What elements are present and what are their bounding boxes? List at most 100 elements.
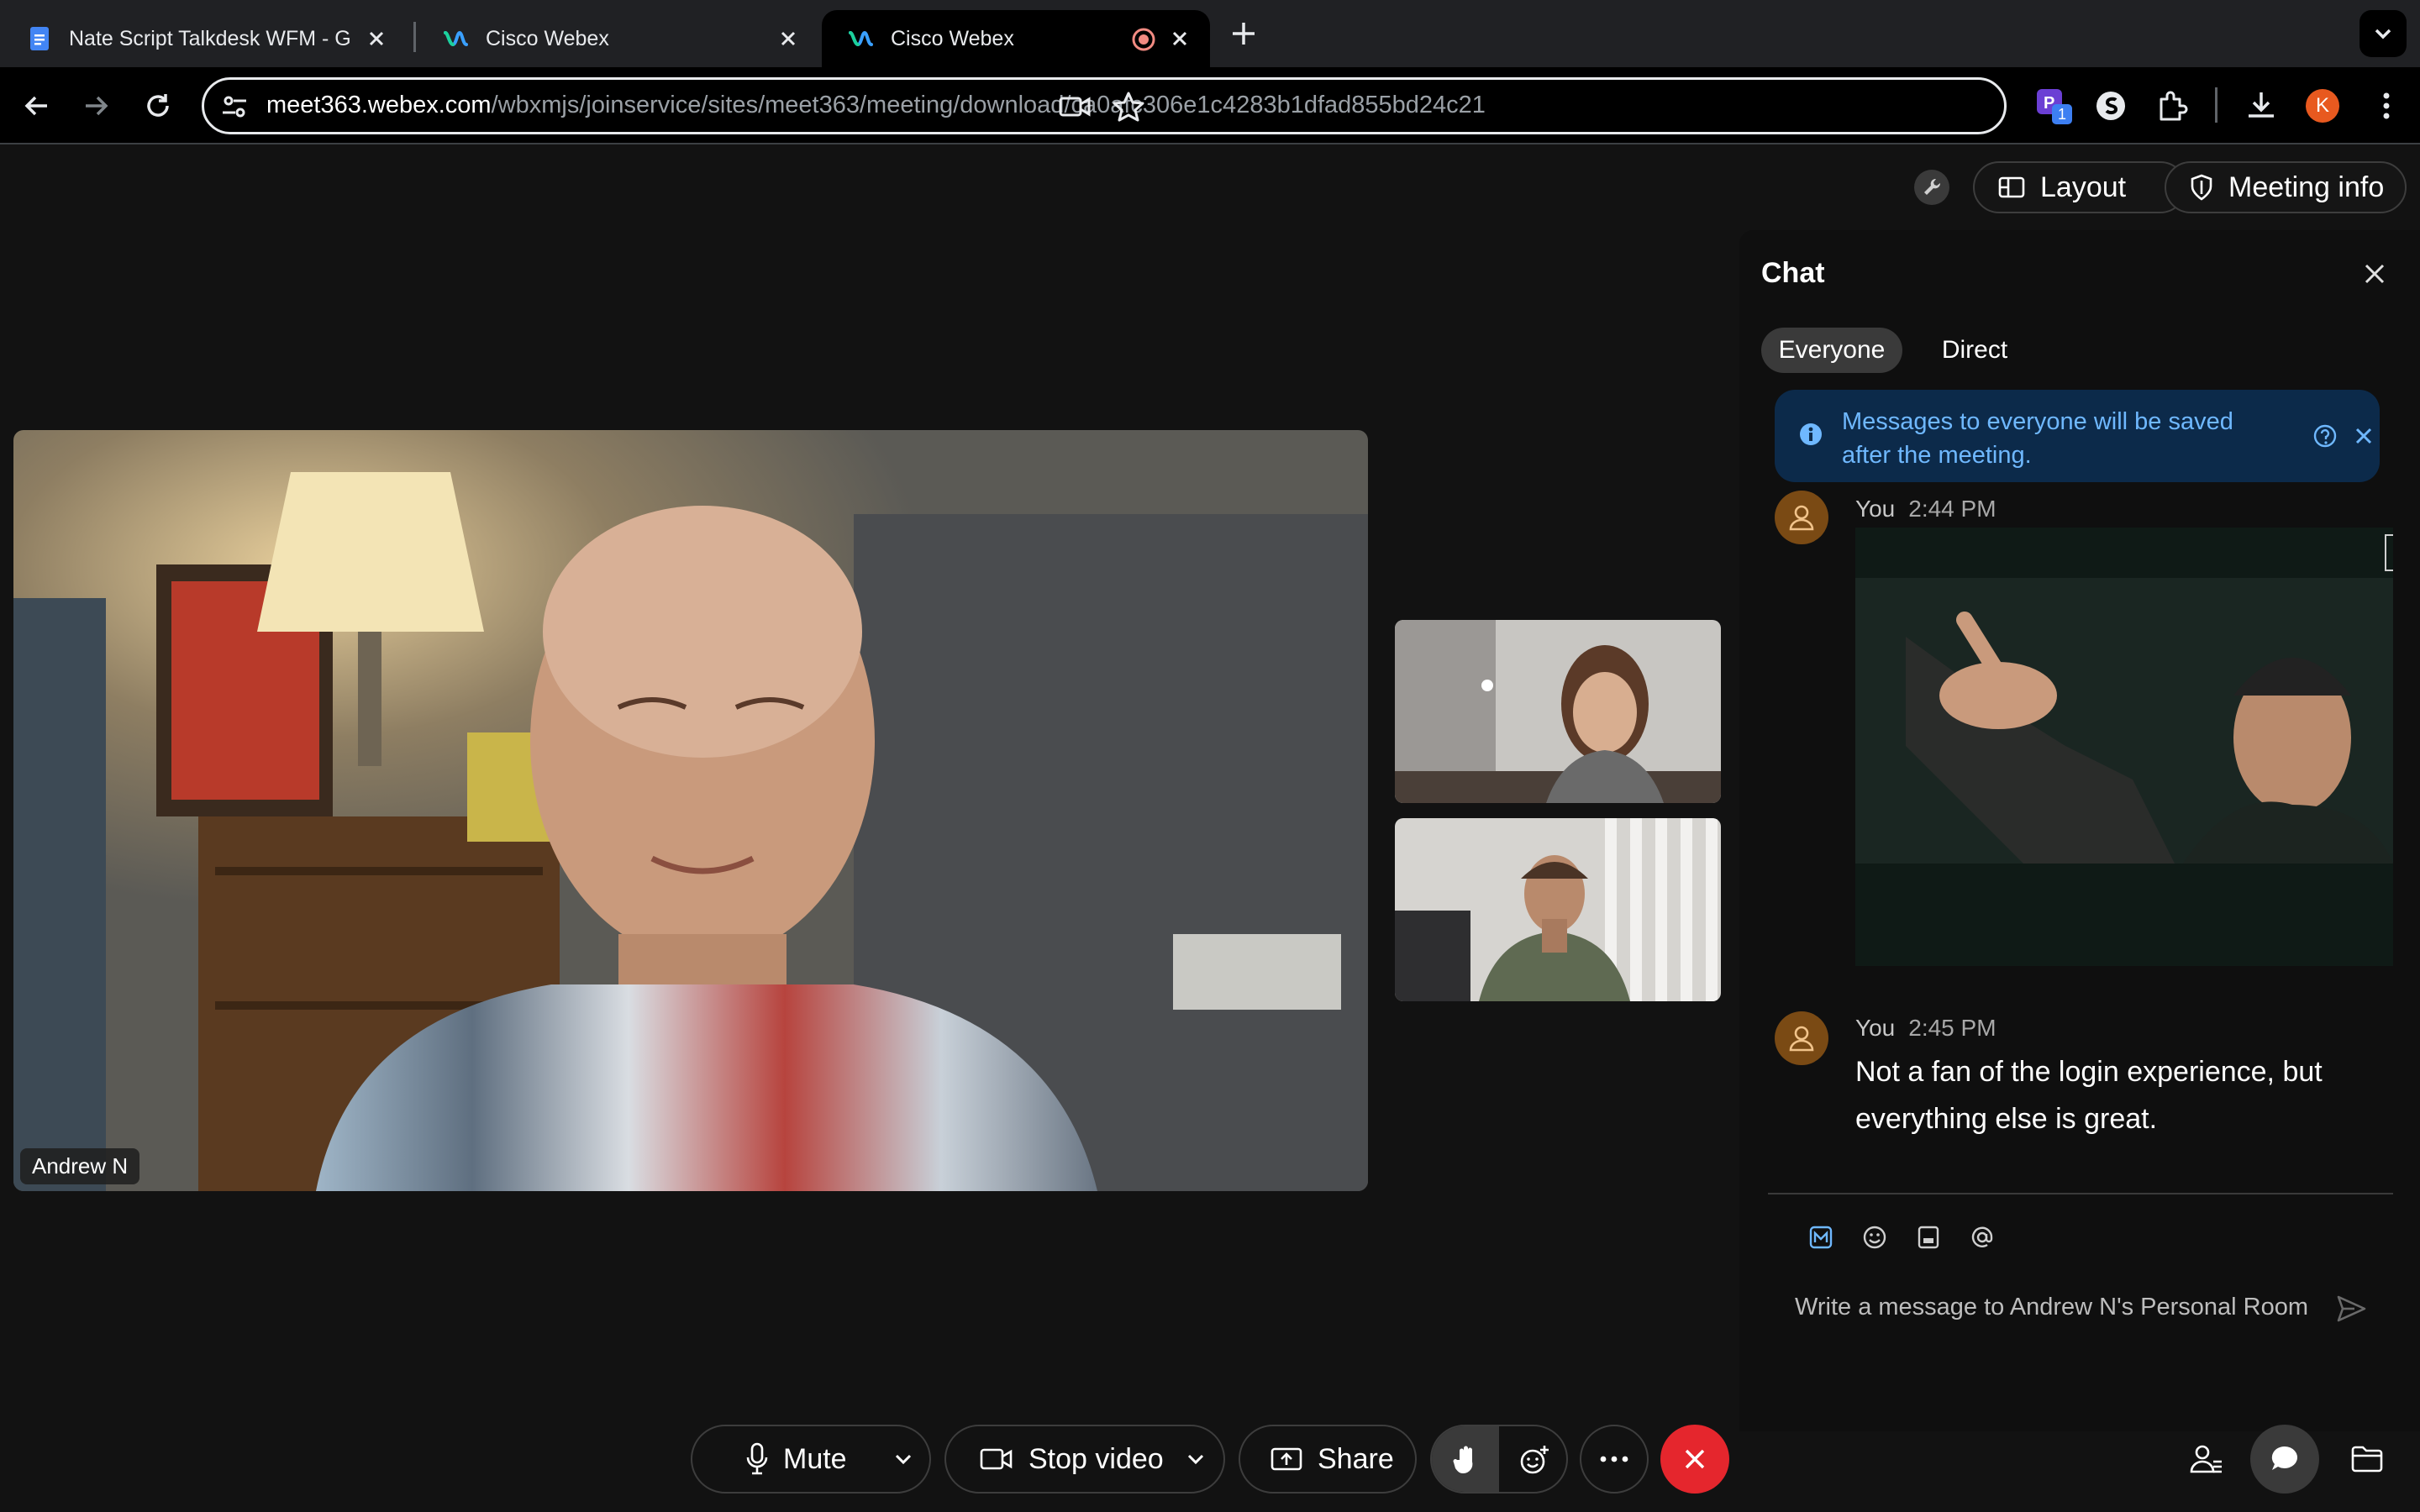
shield-icon (2191, 174, 2212, 201)
message-sender: You (1855, 496, 1896, 522)
avatar (1775, 1011, 1828, 1065)
extension-badge: 1 (2052, 104, 2072, 124)
more-horizontal-icon (1600, 1456, 1628, 1462)
reactions-group (1430, 1425, 1568, 1494)
url-host: meet363.webex.com (266, 92, 492, 118)
extension-s-icon[interactable] (2094, 89, 2128, 123)
emoji-add-icon (1520, 1446, 1549, 1474)
mute-button[interactable]: Mute (691, 1425, 931, 1494)
tab-everyone-label: Everyone (1778, 336, 1886, 364)
close-tab-icon[interactable] (776, 27, 800, 50)
download-icon[interactable] (2244, 87, 2279, 123)
site-settings-icon[interactable] (219, 92, 250, 122)
profile-avatar[interactable]: K (2306, 89, 2339, 123)
mention-icon[interactable] (1968, 1223, 1996, 1252)
browser-tab-docs[interactable]: Nate Script Talkdesk WFM - G (0, 10, 412, 67)
info-banner: Messages to everyone will be saved after… (1775, 390, 2380, 482)
layout-icon (1998, 176, 2025, 198)
browser-tab-webex-1[interactable]: Cisco Webex (417, 10, 818, 67)
gif-icon[interactable] (1914, 1223, 1943, 1252)
participant-thumbnail[interactable] (1395, 818, 1721, 1001)
share-screen-icon (1270, 1447, 1302, 1471)
chat-bubble-icon (2271, 1446, 2297, 1470)
url-text: meet363.webex.com/wbxmjs/joinservice/sit… (266, 92, 1486, 119)
extension-button[interactable]: P 1 (2035, 87, 2074, 126)
composer-divider (1768, 1193, 2393, 1194)
folder-icon[interactable] (2349, 1441, 2385, 1477)
stop-video-label: Stop video (1028, 1442, 1164, 1475)
extensions-puzzle-icon[interactable] (2154, 89, 2188, 123)
chat-title: Chat (1761, 257, 1825, 289)
camera-icon (980, 1448, 1013, 1470)
participant-video (13, 430, 1368, 1191)
share-label: Share (1318, 1442, 1394, 1475)
url-path: /wbxmjs/joinservice/sites/meet363/meetin… (491, 92, 1486, 118)
chevron-down-icon[interactable] (1185, 1448, 1207, 1470)
info-icon (1800, 423, 1822, 445)
help-icon[interactable] (2312, 423, 2338, 449)
chevron-down-icon[interactable] (892, 1448, 914, 1470)
wrench-icon (1924, 178, 1941, 195)
message-meta: You 2:44 PM (1855, 496, 1996, 522)
reload-icon[interactable] (139, 87, 176, 124)
tab-title: Cisco Webex (486, 26, 609, 50)
user-icon (1789, 1026, 1814, 1052)
toolbar-divider (2215, 87, 2217, 123)
message-gif[interactable] (1855, 528, 2393, 966)
browser-tab-webex-active[interactable]: Cisco Webex (822, 10, 1210, 67)
user-icon (1789, 505, 1814, 531)
share-button[interactable]: Share (1239, 1425, 1417, 1494)
reactions-button[interactable] (1501, 1426, 1566, 1492)
tab-search-button[interactable] (2360, 10, 2407, 57)
connection-status-button[interactable] (1914, 170, 1949, 205)
microphone-icon (746, 1442, 768, 1475)
tab-direct-label: Direct (1941, 336, 2008, 364)
webex-icon (849, 30, 873, 47)
end-call-button[interactable] (1660, 1425, 1729, 1494)
message-time: 2:45 PM (1908, 1015, 1996, 1041)
close-tab-icon[interactable] (1168, 27, 1192, 50)
tab-everyone[interactable]: Everyone (1761, 328, 1902, 373)
recording-icon (1132, 28, 1155, 51)
close-chat-icon[interactable] (2361, 260, 2388, 287)
message-input[interactable] (1795, 1285, 2333, 1329)
send-icon[interactable] (2334, 1292, 2368, 1326)
webex-icon (444, 30, 468, 47)
participant-thumbnail[interactable] (1395, 620, 1721, 803)
back-arrow-icon[interactable] (18, 87, 55, 124)
participant-name-tag: Andrew N (20, 1148, 140, 1184)
more-options-button[interactable] (1580, 1425, 1649, 1494)
tab-title: Cisco Webex (891, 26, 1014, 50)
layout-label: Layout (2040, 171, 2127, 203)
new-tab-icon[interactable] (1228, 18, 1259, 49)
avatar (1775, 491, 1828, 544)
gif-image (1855, 528, 2393, 966)
layout-button[interactable]: Layout (1973, 161, 2186, 213)
close-icon (1685, 1449, 1705, 1469)
tab-divider (413, 22, 416, 52)
tab-direct[interactable]: Direct (1916, 328, 2033, 373)
bookmark-star-icon[interactable] (1112, 90, 1145, 123)
dismiss-banner-icon[interactable] (2353, 425, 2375, 447)
message-meta: You 2:45 PM (1855, 1015, 1996, 1042)
close-tab-icon[interactable] (365, 27, 388, 50)
message-text: Not a fan of the login experience, but e… (1855, 1056, 2323, 1135)
address-bar[interactable]: meet363.webex.com/wbxmjs/joinservice/sit… (202, 77, 2007, 134)
raise-hand-button[interactable] (1432, 1426, 1499, 1492)
meeting-info-label: Meeting info (2228, 171, 2385, 203)
participant-video (1395, 620, 1721, 803)
info-banner-text: Messages to everyone will be saved after… (1842, 408, 2233, 469)
stop-video-button[interactable]: Stop video (944, 1425, 1225, 1494)
participants-icon[interactable] (2188, 1441, 2223, 1477)
browser-menu-icon[interactable] (2370, 89, 2403, 123)
google-docs-icon (30, 27, 49, 50)
emoji-icon[interactable] (1860, 1223, 1889, 1252)
camera-permission-icon[interactable] (1058, 92, 1092, 122)
main-video-tile[interactable]: Andrew N (13, 430, 1368, 1191)
forward-arrow-icon[interactable] (77, 87, 114, 124)
markdown-icon[interactable] (1807, 1223, 1835, 1252)
mute-label: Mute (783, 1442, 847, 1475)
gif-edge-marker (2385, 534, 2393, 571)
meeting-info-button[interactable]: Meeting info (2165, 161, 2407, 213)
chat-toggle-button[interactable] (2250, 1425, 2319, 1494)
